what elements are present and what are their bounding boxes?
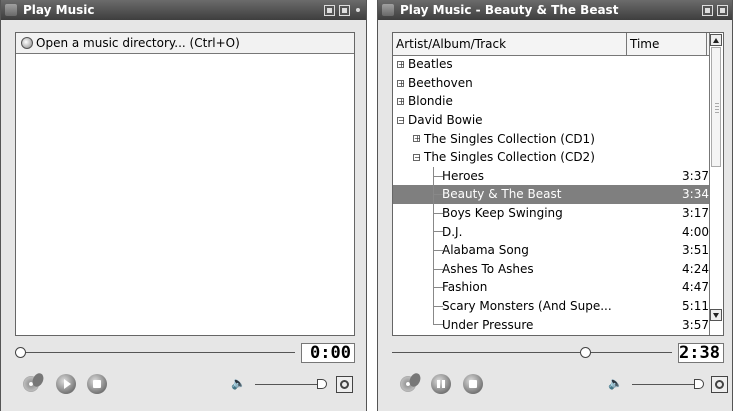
- row-time: 4:24: [682, 261, 709, 276]
- expand-icon[interactable]: +: [397, 61, 405, 69]
- play-music-window-playing: Play Music - Beauty & The Beast Artist/A…: [377, 0, 733, 411]
- row-label: Ashes To Ashes: [442, 261, 534, 276]
- row-label: Scary Monsters (And Supe...: [442, 299, 612, 314]
- stop-button[interactable]: [87, 374, 107, 394]
- row-label: The Singles Collection (CD1): [424, 131, 595, 146]
- row-time: 5:11: [682, 299, 709, 314]
- volume-icon: 🔈: [608, 376, 623, 390]
- row-time: 3:57: [682, 317, 709, 332]
- scroll-down-icon[interactable]: [710, 309, 722, 321]
- volume-knob[interactable]: [694, 379, 704, 389]
- app-icon: [382, 4, 394, 16]
- restore-icon[interactable]: [339, 4, 350, 16]
- time-display: 2:38: [678, 343, 724, 363]
- tree-node[interactable]: − The Singles Collection (CD2): [393, 148, 711, 167]
- row-label: Boys Keep Swinging: [442, 206, 563, 221]
- row-label: D.J.: [442, 224, 463, 239]
- row-label: Under Pressure: [442, 317, 534, 332]
- stop-button[interactable]: [463, 374, 483, 394]
- play-button[interactable]: [56, 374, 76, 394]
- time-display: 0:00: [301, 343, 355, 363]
- scroll-up-icon[interactable]: [710, 34, 722, 46]
- tree-guide-line: [433, 166, 434, 325]
- maximize-icon[interactable]: [324, 4, 335, 16]
- volume-icon: 🔈: [231, 376, 246, 390]
- open-disc-icon[interactable]: [400, 371, 423, 395]
- title-bar[interactable]: Play Music - Beauty & The Beast: [378, 0, 732, 20]
- expand-icon[interactable]: +: [413, 135, 421, 143]
- track-row[interactable]: D.J. 4:00: [393, 222, 711, 241]
- scroll-thumb[interactable]: [711, 47, 721, 167]
- tree-node[interactable]: + The Singles Collection (CD1): [393, 129, 711, 148]
- disc-icon: [21, 37, 33, 49]
- title-bar[interactable]: Play Music: [1, 0, 366, 20]
- mode-button[interactable]: [336, 376, 353, 393]
- row-label: Beatles: [408, 57, 453, 72]
- track-row[interactable]: Under Pressure 3:57: [393, 315, 711, 334]
- row-time: 4:47: [682, 280, 709, 295]
- window-title: Play Music: [23, 3, 95, 17]
- open-disc-icon[interactable]: [23, 371, 46, 395]
- app-icon: [5, 4, 17, 16]
- collapse-icon[interactable]: −: [413, 153, 421, 161]
- track-row[interactable]: Scary Monsters (And Supe... 5:11: [393, 297, 711, 316]
- row-time: 3:37: [682, 168, 709, 183]
- track-row[interactable]: Heroes 3:37: [393, 167, 711, 186]
- play-music-window-empty: Play Music Open a music directory... (Ct…: [0, 0, 367, 411]
- row-label: Alabama Song: [442, 243, 529, 258]
- seek-knob[interactable]: [15, 347, 26, 358]
- seek-track: [392, 352, 672, 353]
- tree-rows: + Beatles + Beethoven + Blondie − David Bowie + T…: [393, 55, 711, 334]
- seek-slider[interactable]: [392, 346, 672, 360]
- vertical-scrollbar[interactable]: [709, 33, 723, 335]
- column-track[interactable]: Artist/Album/Track: [393, 33, 627, 55]
- row-label: Blondie: [408, 94, 453, 109]
- track-row[interactable]: Alabama Song 3:51: [393, 241, 711, 260]
- row-label: The Singles Collection (CD2): [424, 150, 595, 165]
- tree-node[interactable]: + Beethoven: [393, 74, 711, 93]
- window-gap: [367, 0, 377, 411]
- open-directory-item[interactable]: Open a music directory... (Ctrl+O): [16, 33, 354, 54]
- seek-knob[interactable]: [580, 347, 592, 358]
- volume-knob[interactable]: [317, 379, 327, 389]
- column-time[interactable]: Time: [627, 33, 707, 55]
- expand-icon[interactable]: +: [397, 79, 405, 87]
- mode-button[interactable]: [711, 376, 728, 393]
- tree-node[interactable]: + Beatles: [393, 55, 711, 74]
- open-directory-label: Open a music directory... (Ctrl+O): [36, 36, 240, 50]
- seek-track: [15, 352, 295, 353]
- track-row[interactable]: Beauty & The Beast 3:34: [393, 185, 711, 204]
- row-label: Heroes: [442, 168, 485, 183]
- row-label: Beauty & The Beast: [442, 187, 562, 202]
- row-label: Beethoven: [408, 75, 473, 90]
- row-time: 3:34: [682, 187, 709, 202]
- menu-dot-icon[interactable]: [354, 5, 362, 16]
- tree-node[interactable]: − David Bowie: [393, 111, 711, 130]
- restore-icon[interactable]: [717, 4, 728, 16]
- row-time: 3:17: [682, 206, 709, 221]
- row-label: Fashion: [442, 280, 488, 295]
- pause-button[interactable]: [431, 374, 451, 394]
- volume-track[interactable]: [255, 384, 325, 385]
- track-row[interactable]: Boys Keep Swinging 3:17: [393, 204, 711, 223]
- row-time: 4:00: [682, 224, 709, 239]
- row-label: David Bowie: [408, 113, 483, 128]
- music-tree: Artist/Album/Track Time + Beatles + Beethov…: [392, 32, 724, 336]
- maximize-icon[interactable]: [702, 4, 713, 16]
- track-row[interactable]: Ashes To Ashes 4:24: [393, 260, 711, 279]
- seek-slider[interactable]: [15, 346, 295, 360]
- row-time: 3:51: [682, 243, 709, 258]
- volume-track[interactable]: [632, 384, 702, 385]
- tree-header: Artist/Album/Track Time: [393, 33, 723, 56]
- music-list-panel: Open a music directory... (Ctrl+O): [15, 32, 355, 336]
- collapse-icon[interactable]: −: [397, 116, 405, 124]
- expand-icon[interactable]: +: [397, 98, 405, 106]
- tree-node[interactable]: + Blondie: [393, 92, 711, 111]
- track-row[interactable]: Fashion 4:47: [393, 278, 711, 297]
- window-title: Play Music - Beauty & The Beast: [400, 3, 619, 17]
